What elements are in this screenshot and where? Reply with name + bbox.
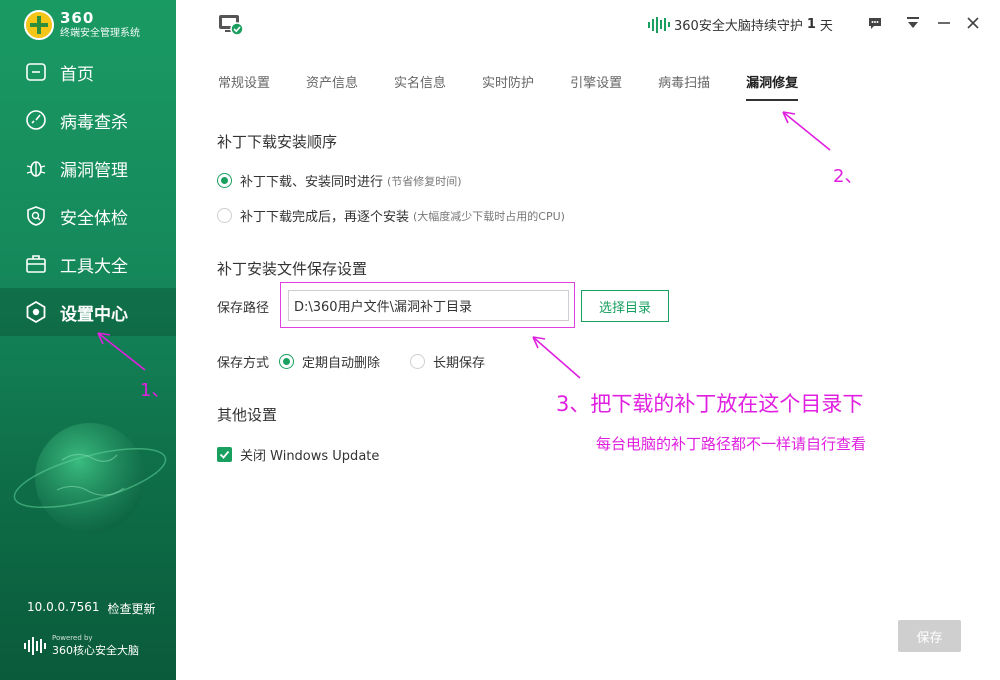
version-number: 10.0.0.7561 — [27, 600, 100, 614]
tab-general[interactable]: 常规设置 — [218, 72, 270, 101]
protection-days: 1 — [806, 17, 816, 32]
annotation-step-2: 2、 — [833, 166, 863, 187]
powered-by-name: 360核心安全大脑 — [52, 644, 139, 657]
option-label: 长期保存 — [433, 356, 486, 371]
sidebar-item-toolbox[interactable]: 工具大全 — [0, 240, 176, 288]
protection-text: 360安全大脑持续守护 — [674, 19, 803, 34]
tab-realtime-protection[interactable]: 实时防护 — [482, 72, 534, 101]
powered-by-label: Powered by — [52, 634, 93, 642]
annotation-step-1: 1、 — [140, 380, 170, 401]
brain-wave-icon — [648, 16, 670, 33]
close-icon[interactable] — [964, 14, 982, 32]
option-label: 补丁下载完成后，再逐个安装 — [240, 210, 410, 225]
check-update-link[interactable]: 检查更新 — [108, 600, 156, 617]
sidebar-item-security-check[interactable]: 安全体检 — [0, 192, 176, 240]
order-option-simultaneous[interactable]: 补丁下载、安装同时进行 (节省修复时间) — [217, 171, 462, 190]
option-hint: (大幅度减少下载时占用的CPU) — [413, 209, 565, 223]
protection-status: 360安全大脑持续守护 1 天 — [648, 15, 833, 34]
home-icon — [24, 60, 48, 84]
radio-unselected[interactable] — [410, 354, 426, 369]
sidebar-nav: 首页 病毒查杀 漏洞管理 安全体检 工具大全 设置中心 — [0, 48, 176, 336]
section-title-other: 其他设置 — [217, 406, 278, 424]
scan-icon — [24, 108, 48, 132]
sidebar-item-label: 漏洞管理 — [60, 160, 128, 181]
mode-option-auto-delete[interactable]: 定期自动删除 — [279, 352, 380, 371]
option-hint: (节省修复时间) — [387, 174, 462, 188]
tab-engine[interactable]: 引擎设置 — [570, 72, 622, 101]
sidebar-item-vuln-manage[interactable]: 漏洞管理 — [0, 144, 176, 192]
checkbox-checked[interactable] — [217, 447, 232, 462]
globe-decoration — [13, 423, 167, 533]
mode-option-keep[interactable]: 长期保存 — [410, 352, 485, 371]
sidebar-item-label: 设置中心 — [60, 304, 128, 325]
save-path-input[interactable] — [288, 290, 569, 321]
toolbox-icon — [24, 252, 48, 276]
annotation-step-3: 3、把下载的补丁放在这个目录下 — [556, 392, 864, 416]
sidebar-item-home[interactable]: 首页 — [0, 48, 176, 96]
save-button[interactable]: 保存 — [898, 620, 961, 652]
settings-tabs: 常规设置 资产信息 实名信息 实时防护 引擎设置 病毒扫描 漏洞修复 — [218, 72, 799, 101]
sidebar: 360 终端安全管理系统 首页 病毒查杀 漏洞管理 安全体检 工具大全 设置中心… — [0, 0, 176, 680]
feedback-icon[interactable] — [866, 14, 884, 32]
version-row: 10.0.0.7561 检查更新 — [27, 600, 156, 617]
close-windows-update-option[interactable]: 关闭 Windows Update — [217, 445, 379, 464]
save-mode-row: 保存方式 定期自动删除 长期保存 — [217, 352, 515, 371]
save-path-label: 保存路径 — [217, 301, 270, 316]
order-option-sequential[interactable]: 补丁下载完成后，再逐个安装 (大幅度减少下载时占用的CPU) — [217, 206, 565, 225]
settings-icon — [24, 300, 48, 324]
sidebar-item-label: 病毒查杀 — [60, 112, 128, 133]
minimize-icon[interactable] — [935, 14, 953, 32]
check-icon — [219, 450, 230, 459]
option-label: 定期自动删除 — [302, 356, 381, 371]
powered-by: Powered by 360核心安全大脑 — [24, 634, 139, 658]
app-logo: 360 终端安全管理系统 — [24, 10, 140, 40]
choose-directory-button[interactable]: 选择目录 — [581, 290, 669, 322]
logo-title: 360 — [60, 9, 95, 27]
monitor-check-icon[interactable] — [218, 14, 244, 36]
option-label: 关闭 Windows Update — [240, 449, 380, 464]
tab-asset-info[interactable]: 资产信息 — [306, 72, 358, 101]
tab-real-name[interactable]: 实名信息 — [394, 72, 446, 101]
protection-unit: 天 — [819, 19, 833, 34]
save-mode-label: 保存方式 — [217, 356, 270, 371]
logo-badge-icon — [24, 10, 54, 40]
radio-selected[interactable] — [279, 354, 295, 369]
logo-subtitle: 终端安全管理系统 — [60, 28, 140, 39]
radio-unselected[interactable] — [217, 208, 232, 223]
sidebar-item-label: 首页 — [60, 64, 94, 85]
annotation-note: 每台电脑的补丁路径都不一样请自行查看 — [596, 435, 867, 453]
bug-icon — [24, 156, 48, 180]
section-title-install-order: 补丁下载安装顺序 — [217, 133, 338, 151]
sidebar-item-settings[interactable]: 设置中心 — [0, 288, 176, 336]
radio-selected[interactable] — [217, 173, 232, 188]
tab-vuln-repair[interactable]: 漏洞修复 — [746, 72, 799, 101]
brain-wave-icon — [24, 637, 46, 655]
section-title-file-save: 补丁安装文件保存设置 — [217, 260, 368, 278]
sidebar-item-label: 安全体检 — [60, 208, 128, 229]
option-label: 补丁下载、安装同时进行 — [240, 175, 384, 190]
sidebar-item-label: 工具大全 — [60, 256, 128, 277]
tab-virus-scan[interactable]: 病毒扫描 — [658, 72, 710, 101]
menu-dropdown-icon[interactable] — [904, 14, 922, 32]
shield-check-icon — [24, 204, 48, 228]
sidebar-item-virus-scan[interactable]: 病毒查杀 — [0, 96, 176, 144]
